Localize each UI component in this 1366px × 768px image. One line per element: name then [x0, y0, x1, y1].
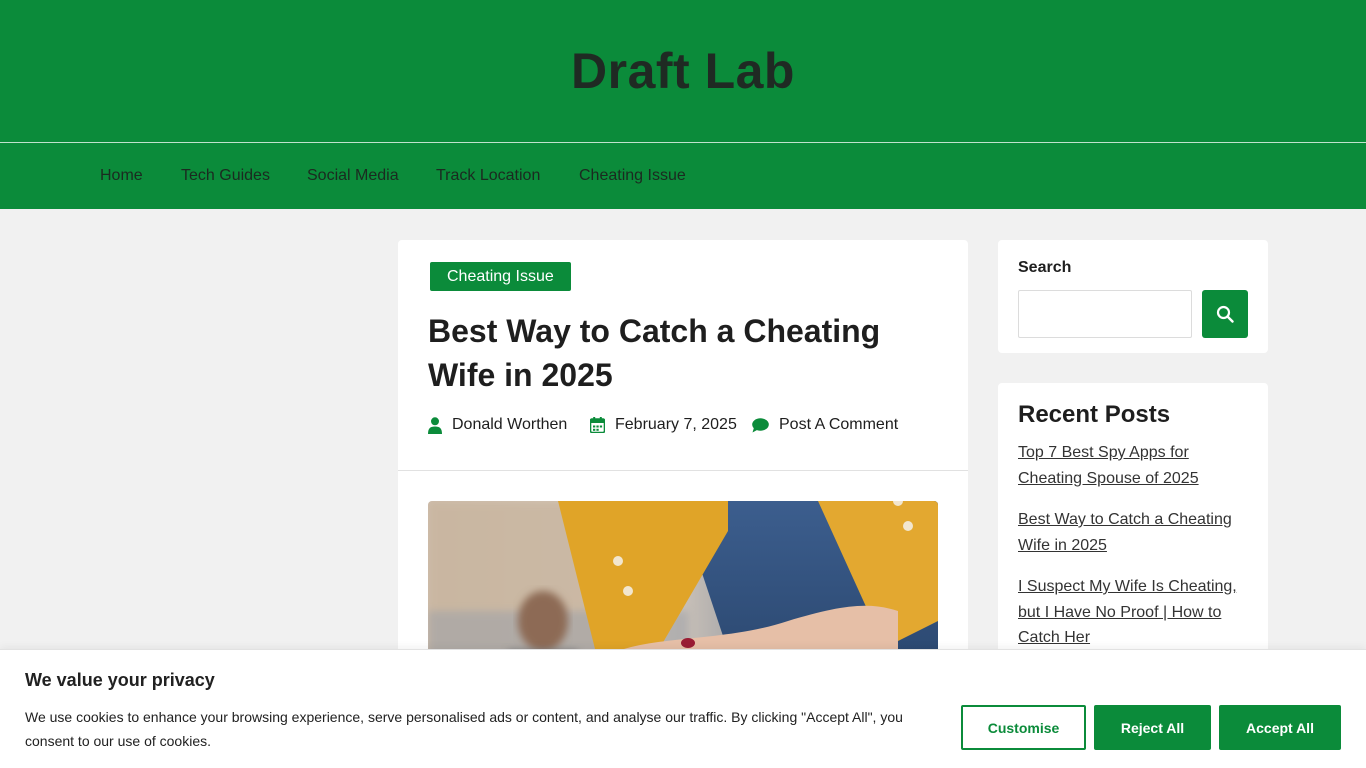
list-item: Best Way to Catch a Cheating Wife in 202… [1018, 507, 1248, 558]
search-label: Search [1018, 259, 1072, 276]
recent-post-link[interactable]: Best Way to Catch a Cheating Wife in 202… [1018, 511, 1232, 554]
customise-button[interactable]: Customise [961, 705, 1086, 750]
recent-posts-list: Top 7 Best Spy Apps for Cheating Spouse … [1018, 440, 1248, 667]
cookie-title: We value your privacy [25, 670, 215, 690]
search-icon [1216, 305, 1234, 323]
site-header: Draft Lab [0, 0, 1366, 142]
post-comment-link[interactable]: Post A Comment [752, 416, 898, 434]
nav-item-cheating-issue[interactable]: Cheating Issue [579, 167, 686, 185]
post-title: Best Way to Catch a Cheating Wife in 202… [428, 313, 881, 393]
search-button[interactable] [1202, 290, 1248, 338]
post-author[interactable]: Donald Worthen [428, 416, 567, 434]
accept-all-button[interactable]: Accept All [1219, 705, 1341, 750]
category-badge[interactable]: Cheating Issue [430, 262, 571, 291]
date-text[interactable]: February 7, 2025 [615, 416, 737, 434]
user-icon [428, 416, 442, 434]
recent-post-link[interactable]: I Suspect My Wife Is Cheating, but I Hav… [1018, 578, 1237, 646]
post-date[interactable]: February 7, 2025 [590, 416, 737, 434]
cookie-banner: We value your privacy We use cookies to … [0, 649, 1366, 768]
reject-all-button[interactable]: Reject All [1094, 705, 1211, 750]
nav-item-social-media[interactable]: Social Media [307, 167, 399, 185]
search-widget: Search [998, 240, 1268, 353]
list-item: I Suspect My Wife Is Cheating, but I Hav… [1018, 574, 1248, 651]
comment-icon [752, 417, 769, 432]
nav-item-tech-guides[interactable]: Tech Guides [181, 167, 270, 185]
main-nav: Home Tech Guides Social Media Track Loca… [0, 142, 1366, 209]
list-item: Top 7 Best Spy Apps for Cheating Spouse … [1018, 440, 1248, 491]
author-name[interactable]: Donald Worthen [452, 416, 567, 434]
recent-post-link[interactable]: Top 7 Best Spy Apps for Cheating Spouse … [1018, 444, 1199, 487]
search-input[interactable] [1018, 290, 1192, 338]
cookie-text: We use cookies to enhance your browsing … [25, 709, 903, 749]
recent-posts-title: Recent Posts [1018, 401, 1171, 428]
comment-text[interactable]: Post A Comment [779, 416, 898, 434]
calendar-icon [590, 417, 605, 433]
nav-item-home[interactable]: Home [100, 167, 143, 185]
site-title[interactable]: Draft Lab [571, 42, 795, 100]
nav-item-track-location[interactable]: Track Location [436, 167, 540, 185]
post-divider [398, 470, 968, 471]
